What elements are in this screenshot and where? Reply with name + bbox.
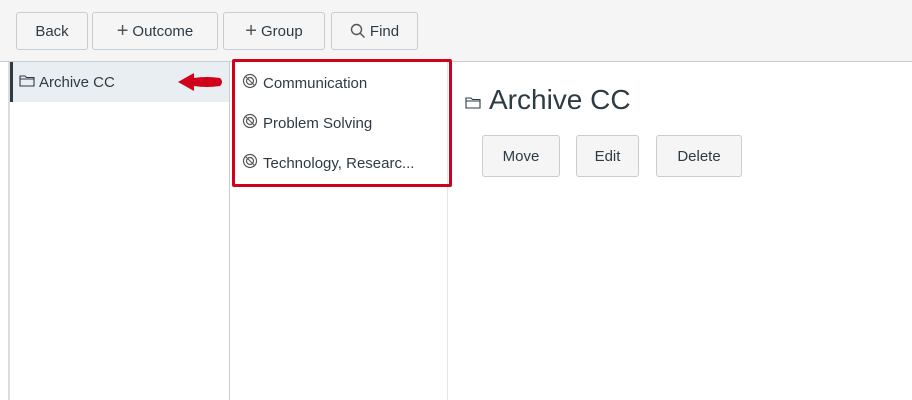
back-button[interactable]: Back [16, 12, 88, 50]
folder-icon [465, 84, 481, 116]
detail-pane: Archive CC Move Edit Delete [449, 62, 912, 400]
find-button-label: Find [369, 22, 400, 40]
annotation-arrow-icon [178, 73, 222, 91]
annotation-highlight-box [232, 59, 452, 187]
groups-column: Archive CC [10, 62, 230, 400]
move-button[interactable]: Move [482, 135, 560, 177]
add-outcome-label: Outcome [132, 22, 194, 40]
move-button-label: Move [502, 147, 540, 165]
delete-button-label: Delete [677, 147, 721, 165]
back-button-label: Back [35, 22, 69, 40]
sidebar-item-label: Archive CC [39, 73, 115, 91]
page-title: Archive CC [465, 84, 631, 116]
page-title-text: Archive CC [489, 84, 631, 115]
toolbar: Back + Outcome + Group Find [0, 0, 912, 62]
edit-button[interactable]: Edit [576, 135, 639, 177]
search-icon [350, 23, 366, 39]
edit-button-label: Edit [594, 147, 621, 165]
folder-icon [19, 74, 35, 91]
plus-icon: + [116, 20, 129, 42]
add-group-label: Group [260, 22, 303, 40]
add-outcome-button[interactable]: + Outcome [92, 12, 218, 50]
add-group-button[interactable]: + Group [223, 12, 325, 50]
plus-icon: + [245, 20, 257, 42]
delete-button[interactable]: Delete [656, 135, 742, 177]
find-button[interactable]: Find [331, 12, 418, 50]
